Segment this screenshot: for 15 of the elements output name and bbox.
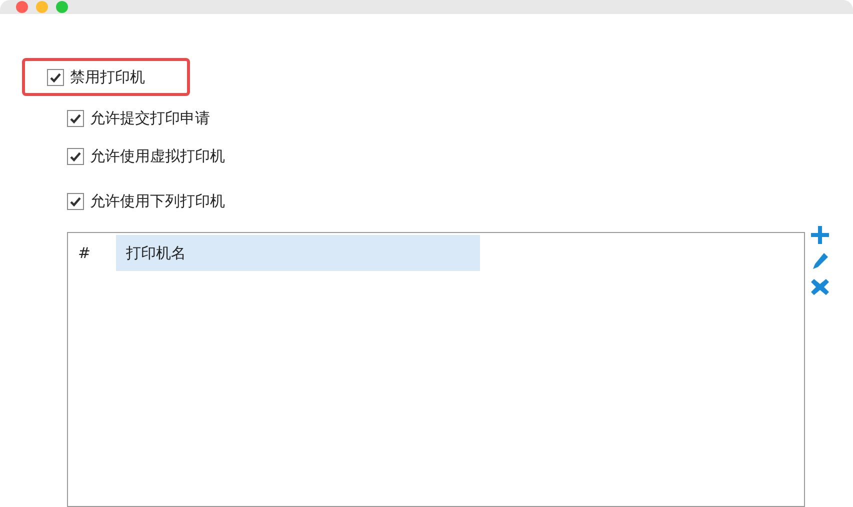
checkbox-label[interactable]: 禁用打印机	[70, 66, 145, 88]
pencil-icon[interactable]	[810, 251, 830, 271]
checkbox[interactable]	[67, 193, 84, 210]
add-icon[interactable]	[810, 225, 830, 245]
printer-list[interactable]: # 打印机名	[67, 232, 805, 507]
checkbox[interactable]	[67, 148, 84, 165]
checkbox-label[interactable]: 允许提交打印申请	[90, 106, 210, 130]
delete-icon[interactable]	[810, 277, 830, 297]
checkbox-label[interactable]: 允许使用下列打印机	[90, 190, 225, 213]
column-header[interactable]: 打印机名	[116, 235, 480, 271]
checkbox-label[interactable]: 允许使用虚拟打印机	[90, 145, 225, 168]
checkbox[interactable]	[47, 68, 64, 86]
checkbox[interactable]	[67, 110, 84, 126]
column-header[interactable]: #	[68, 235, 116, 271]
close-button[interactable]	[16, 1, 28, 13]
